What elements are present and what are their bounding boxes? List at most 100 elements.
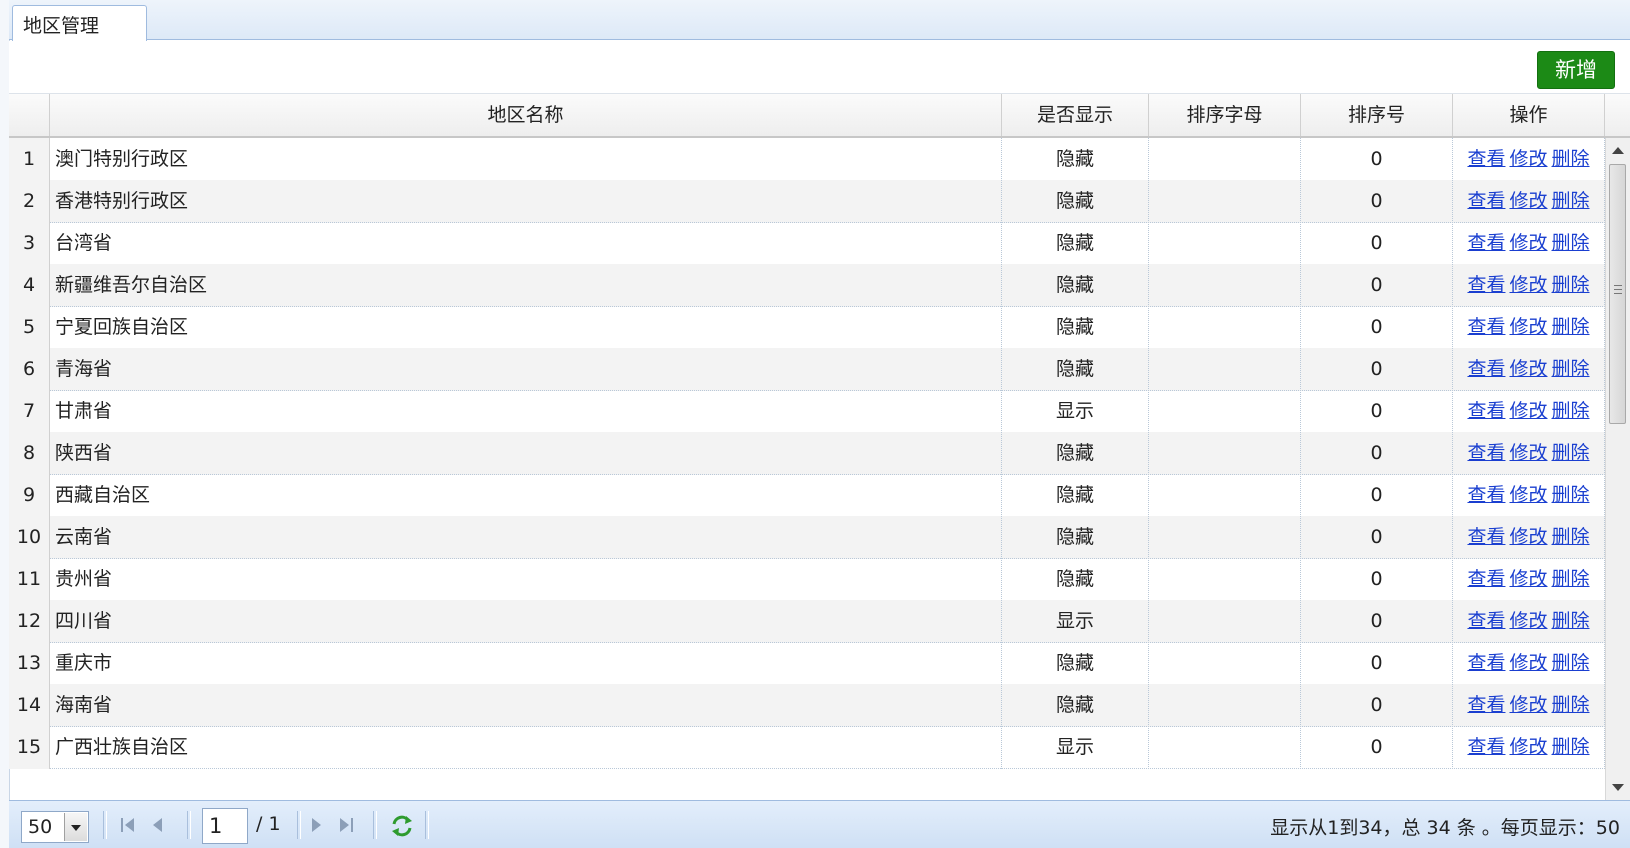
view-link[interactable]: 查看 [1467, 736, 1505, 758]
view-link[interactable]: 查看 [1467, 148, 1505, 170]
table-row[interactable]: 3 台湾省 隐藏 0 查看 修改 删除 [9, 222, 1605, 265]
view-link[interactable]: 查看 [1467, 316, 1505, 338]
delete-link[interactable]: 删除 [1552, 232, 1590, 254]
scroll-down-icon[interactable] [1612, 784, 1624, 791]
table-row[interactable]: 10 云南省 隐藏 0 查看 修改 删除 [9, 516, 1605, 559]
cell-actions: 查看 修改 删除 [1453, 642, 1605, 685]
table-row[interactable]: 8 陕西省 隐藏 0 查看 修改 删除 [9, 432, 1605, 475]
table-row[interactable]: 1 澳门特别行政区 隐藏 0 查看 修改 删除 [9, 138, 1605, 181]
edit-link[interactable]: 修改 [1509, 316, 1547, 338]
table-row[interactable]: 9 西藏自治区 隐藏 0 查看 修改 删除 [9, 474, 1605, 517]
view-link[interactable]: 查看 [1467, 484, 1505, 506]
edit-link[interactable]: 修改 [1509, 526, 1547, 548]
table-row[interactable]: 14 海南省 隐藏 0 查看 修改 删除 [9, 684, 1605, 727]
header-is-visible[interactable]: 是否显示 [1002, 94, 1149, 136]
row-number: 11 [9, 558, 50, 601]
cell-actions: 查看 修改 删除 [1453, 264, 1605, 307]
cell-visibility: 隐藏 [1002, 264, 1149, 307]
table-row[interactable]: 12 四川省 显示 0 查看 修改 删除 [9, 600, 1605, 643]
table-row[interactable]: 7 甘肃省 显示 0 查看 修改 删除 [9, 390, 1605, 433]
view-link[interactable]: 查看 [1467, 652, 1505, 674]
cell-sort-number: 0 [1301, 558, 1453, 601]
header-sort-letter[interactable]: 排序字母 [1149, 94, 1301, 136]
view-link[interactable]: 查看 [1467, 694, 1505, 716]
row-number: 3 [9, 222, 50, 265]
delete-link[interactable]: 删除 [1552, 568, 1590, 590]
table-row[interactable]: 6 青海省 隐藏 0 查看 修改 删除 [9, 348, 1605, 391]
delete-link[interactable]: 删除 [1552, 694, 1590, 716]
edit-link[interactable]: 修改 [1509, 358, 1547, 380]
delete-link[interactable]: 删除 [1552, 316, 1590, 338]
view-link[interactable]: 查看 [1467, 568, 1505, 590]
scroll-up-icon[interactable] [1612, 147, 1624, 154]
current-page-input[interactable]: 1 [202, 808, 248, 844]
view-link[interactable]: 查看 [1467, 526, 1505, 548]
vertical-scrollbar[interactable] [1605, 138, 1630, 800]
edit-link[interactable]: 修改 [1509, 232, 1547, 254]
edit-link[interactable]: 修改 [1509, 484, 1547, 506]
edit-link[interactable]: 修改 [1509, 736, 1547, 758]
last-page-icon[interactable] [335, 814, 357, 836]
chevron-down-icon[interactable] [64, 813, 87, 841]
edit-link[interactable]: 修改 [1509, 274, 1547, 296]
delete-link[interactable]: 删除 [1552, 526, 1590, 548]
edit-link[interactable]: 修改 [1509, 652, 1547, 674]
delete-link[interactable]: 删除 [1552, 400, 1590, 422]
cell-sort-letter [1149, 222, 1301, 265]
edit-link[interactable]: 修改 [1509, 694, 1547, 716]
cell-region-name: 新疆维吾尔自治区 [50, 264, 1002, 307]
cell-region-name: 海南省 [50, 684, 1002, 727]
tab-region-management[interactable]: 地区管理 [12, 5, 147, 41]
delete-link[interactable]: 删除 [1552, 148, 1590, 170]
delete-link[interactable]: 删除 [1552, 190, 1590, 212]
view-link[interactable]: 查看 [1467, 358, 1505, 380]
delete-link[interactable]: 删除 [1552, 484, 1590, 506]
table-row[interactable]: 13 重庆市 隐藏 0 查看 修改 删除 [9, 642, 1605, 685]
cell-sort-number: 0 [1301, 138, 1453, 181]
table-row[interactable]: 15 广西壮族自治区 显示 0 查看 修改 删除 [9, 726, 1605, 769]
row-number: 6 [9, 348, 50, 391]
edit-link[interactable]: 修改 [1509, 190, 1547, 212]
grid-body: 1 澳门特别行政区 隐藏 0 查看 修改 删除 2 香港特别行政区 隐藏 0 查看 修改 删除 3 台湾省 隐藏… [9, 138, 1605, 800]
cell-region-name: 甘肃省 [50, 390, 1002, 433]
cell-actions: 查看 修改 删除 [1453, 180, 1605, 223]
first-page-icon[interactable] [117, 814, 139, 836]
edit-link[interactable]: 修改 [1509, 442, 1547, 464]
cell-sort-letter [1149, 642, 1301, 685]
edit-link[interactable]: 修改 [1509, 400, 1547, 422]
table-row[interactable]: 5 宁夏回族自治区 隐藏 0 查看 修改 删除 [9, 306, 1605, 349]
prev-page-icon[interactable] [147, 814, 169, 836]
table-row[interactable]: 4 新疆维吾尔自治区 隐藏 0 查看 修改 删除 [9, 264, 1605, 307]
refresh-icon[interactable] [389, 813, 415, 839]
edit-link[interactable]: 修改 [1509, 148, 1547, 170]
cell-visibility: 隐藏 [1002, 474, 1149, 517]
delete-link[interactable]: 删除 [1552, 358, 1590, 380]
view-link[interactable]: 查看 [1467, 274, 1505, 296]
table-row[interactable]: 2 香港特别行政区 隐藏 0 查看 修改 删除 [9, 180, 1605, 223]
view-link[interactable]: 查看 [1467, 400, 1505, 422]
cell-sort-number: 0 [1301, 180, 1453, 223]
delete-link[interactable]: 删除 [1552, 442, 1590, 464]
add-button[interactable]: 新增 [1537, 51, 1615, 89]
cell-sort-letter [1149, 684, 1301, 727]
view-link[interactable]: 查看 [1467, 190, 1505, 212]
cell-sort-number: 0 [1301, 474, 1453, 517]
cell-sort-number: 0 [1301, 264, 1453, 307]
view-link[interactable]: 查看 [1467, 232, 1505, 254]
edit-link[interactable]: 修改 [1509, 610, 1547, 632]
header-sort-number[interactable]: 排序号 [1301, 94, 1453, 136]
scroll-thumb[interactable] [1609, 164, 1626, 424]
table-row[interactable]: 11 贵州省 隐藏 0 查看 修改 删除 [9, 558, 1605, 601]
delete-link[interactable]: 删除 [1552, 610, 1590, 632]
delete-link[interactable]: 删除 [1552, 736, 1590, 758]
next-page-icon[interactable] [305, 814, 327, 836]
header-region-name[interactable]: 地区名称 [50, 94, 1002, 136]
view-link[interactable]: 查看 [1467, 610, 1505, 632]
delete-link[interactable]: 删除 [1552, 274, 1590, 296]
edit-link[interactable]: 修改 [1509, 568, 1547, 590]
cell-sort-letter [1149, 432, 1301, 475]
delete-link[interactable]: 删除 [1552, 652, 1590, 674]
view-link[interactable]: 查看 [1467, 442, 1505, 464]
page-size-select[interactable]: 50 [21, 811, 89, 843]
cell-sort-letter [1149, 726, 1301, 769]
